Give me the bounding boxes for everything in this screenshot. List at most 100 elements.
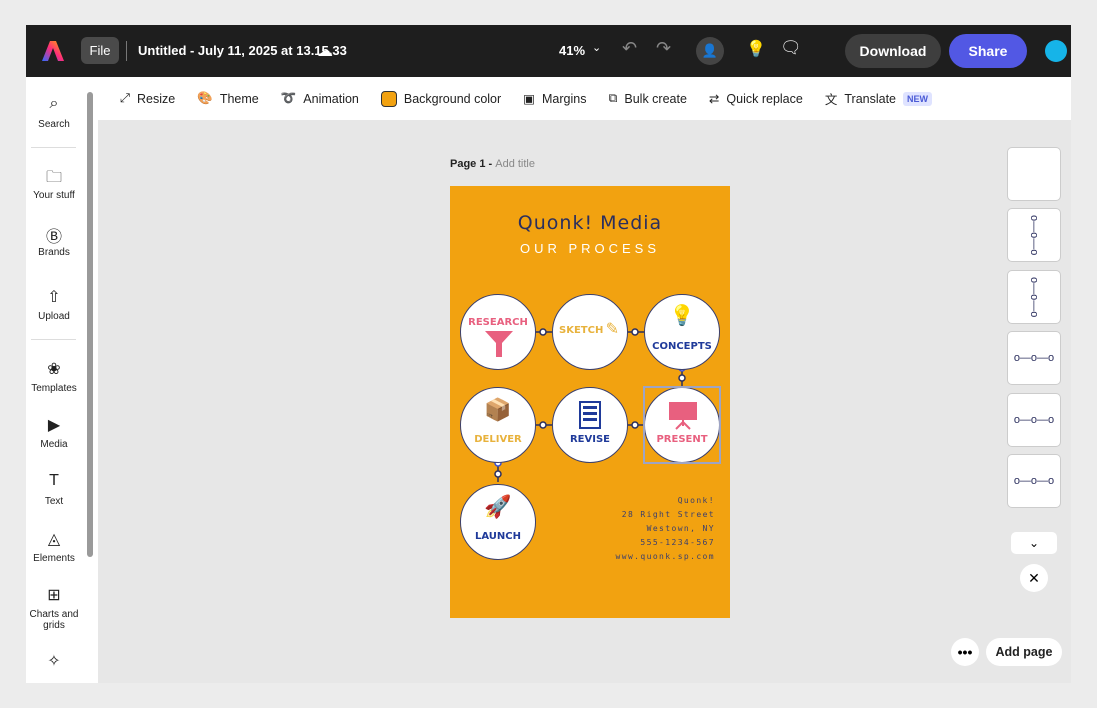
sidebar-item-charts-and-grids[interactable]: ⊞ Charts and grids <box>26 585 82 631</box>
pencil-icon: ✎ <box>605 319 619 338</box>
toolbar: ⤢ Resize 🎨 Theme ➰ Animation Background col… <box>98 77 1071 120</box>
address-line[interactable]: 555-1234-567 <box>640 536 715 550</box>
sidebar-label: Search <box>38 119 70 130</box>
page-thumbnail[interactable]: o—o—o <box>1007 454 1061 508</box>
step-concepts[interactable]: 💡 CONCEPTS <box>644 294 720 370</box>
poster-canvas[interactable]: Quonk! Media OUR PROCESS RESEARCH SKETCH… <box>450 186 730 618</box>
translate-button[interactable]: 文 Translate NEW <box>824 89 933 108</box>
sidebar-item-search[interactable]: ⌕ Search <box>26 95 82 130</box>
sidebar-item-elements[interactable]: ◬ Elements <box>26 529 82 564</box>
step-launch[interactable]: 🚀 LAUNCH <box>460 484 536 560</box>
page-thumbnail[interactable]: o—o—o <box>1007 393 1061 447</box>
resize-button[interactable]: ⤢ Resize <box>120 91 175 106</box>
sidebar-label: Charts and grids <box>29 609 79 631</box>
address-line[interactable]: 28 Right Street <box>622 508 715 522</box>
color-swatch-icon <box>380 90 397 107</box>
comment-icon[interactable]: 🗨 <box>780 38 802 58</box>
page-thumbnail[interactable]: o—o—o <box>1007 208 1061 262</box>
step-research[interactable]: RESEARCH <box>460 294 536 370</box>
quick-replace-button[interactable]: ⇄ Quick replace <box>708 91 803 107</box>
bulk-create-label: Bulk create <box>624 91 687 106</box>
palette-icon: 🎨 <box>197 91 213 105</box>
sidebar-label: Brands <box>38 247 70 258</box>
sidebar-item-your-stuff[interactable]: 🗀 Your stuff <box>26 166 82 201</box>
sidebar-item-templates[interactable]: ❀ Templates <box>26 359 82 394</box>
bulk-create-icon: ⧉ <box>608 91 618 105</box>
step-label: RESEARCH <box>468 317 528 328</box>
grid-icon: ⊞ <box>47 587 61 604</box>
step-sketch[interactable]: SKETCH ✎ <box>552 294 628 370</box>
animation-label: Animation <box>303 91 359 106</box>
new-badge: NEW <box>903 91 933 106</box>
adobe-express-logo-icon[interactable] <box>40 38 66 64</box>
margins-button[interactable]: ▣ Margins <box>523 91 587 107</box>
sidebar-label: Templates <box>31 383 77 394</box>
top-bar: File Untitled - July 11, 2025 at 13.15.3… <box>26 25 1071 77</box>
animation-button[interactable]: ➰ Animation <box>281 91 359 106</box>
templates-icon: ❀ <box>47 361 61 378</box>
lightbulb-icon[interactable]: 💡 <box>746 39 766 59</box>
media-icon: ▶ <box>47 417 61 434</box>
step-revise[interactable]: REVISE <box>552 387 628 463</box>
page-thumbnail[interactable] <box>1007 147 1061 201</box>
background-color-label: Background color <box>403 91 502 106</box>
selection-box[interactable] <box>643 386 721 464</box>
translate-icon: 文 <box>824 93 838 107</box>
sidebar-label: Your stuff <box>33 190 75 201</box>
chevron-down-icon[interactable]: ⌄ <box>1011 532 1057 554</box>
avatar[interactable] <box>1045 40 1067 62</box>
sidebar-item-media[interactable]: ▶ Media <box>26 415 82 450</box>
brand-icon: Ⓑ <box>45 229 62 246</box>
file-menu-button[interactable]: File <box>81 37 119 64</box>
hand-truck-icon: 📦 <box>484 398 512 423</box>
sidebar-item-more[interactable]: ✧ <box>26 651 82 675</box>
zoom-level[interactable]: 41% <box>559 43 585 58</box>
margins-label: Margins <box>541 91 587 106</box>
address-line[interactable]: www.quonk.sp.com <box>616 550 715 564</box>
translate-label: Translate <box>844 91 897 106</box>
sidebar-label: Media <box>40 439 68 450</box>
page-label: Page 1 - Add title <box>450 158 535 170</box>
bulk-create-button[interactable]: ⧉ Bulk create <box>608 91 686 106</box>
rocket-icon: 🚀 <box>484 495 512 520</box>
resize-icon: ⤢ <box>120 91 131 105</box>
theme-button[interactable]: 🎨 Theme <box>197 91 258 106</box>
divider <box>31 147 76 148</box>
sidebar-label: Upload <box>38 311 70 322</box>
checklist-icon <box>579 401 601 429</box>
share-button[interactable]: Share <box>949 34 1027 68</box>
step-deliver[interactable]: 📦 DELIVER <box>460 387 536 463</box>
page-thumbnail[interactable]: o—o—o <box>1007 270 1061 324</box>
download-button[interactable]: Download <box>845 34 941 68</box>
more-options-icon[interactable]: ••• <box>951 638 979 666</box>
app-window: File Untitled - July 11, 2025 at 13.15.3… <box>26 25 1071 683</box>
sidebar-item-brands[interactable]: Ⓑ Brands <box>26 223 82 258</box>
lightbulb-icon: 💡 <box>669 303 695 327</box>
quick-replace-icon: ⇄ <box>708 92 720 106</box>
redo-icon[interactable]: ↷ <box>656 38 671 59</box>
undo-icon[interactable]: ↶ <box>622 38 637 59</box>
resize-label: Resize <box>137 91 176 106</box>
sidebar-item-text[interactable]: T Text <box>26 472 82 507</box>
animation-icon: ➰ <box>280 91 297 105</box>
cloud-sync-icon[interactable]: ☁ <box>317 41 333 61</box>
sidebar-scrollbar[interactable] <box>87 92 93 557</box>
add-title-link[interactable]: Add title <box>495 158 535 170</box>
divider <box>31 339 76 340</box>
invite-user-icon[interactable]: 👤 <box>696 37 724 65</box>
funnel-icon <box>485 331 513 357</box>
sidebar-label: Elements <box>33 553 75 564</box>
chevron-down-icon[interactable]: ⌄ <box>592 41 601 54</box>
sidebar-label: Text <box>44 496 64 507</box>
address-line[interactable]: Quonk! <box>678 494 715 508</box>
add-page-button[interactable]: Add page <box>986 638 1062 666</box>
close-icon[interactable]: ✕ <box>1020 564 1048 592</box>
text-icon: T <box>49 472 59 489</box>
document-title[interactable]: Untitled - July 11, 2025 at 13.15.33 <box>138 43 347 58</box>
background-color-button[interactable]: Background color <box>380 90 502 107</box>
sidebar-item-upload[interactable]: ⇧ Upload <box>26 287 82 322</box>
address-line[interactable]: Westown, NY <box>647 522 715 536</box>
search-icon: ⌕ <box>49 95 59 112</box>
folder-icon: 🗀 <box>45 169 62 186</box>
page-thumbnail[interactable]: o—o—o <box>1007 331 1061 385</box>
